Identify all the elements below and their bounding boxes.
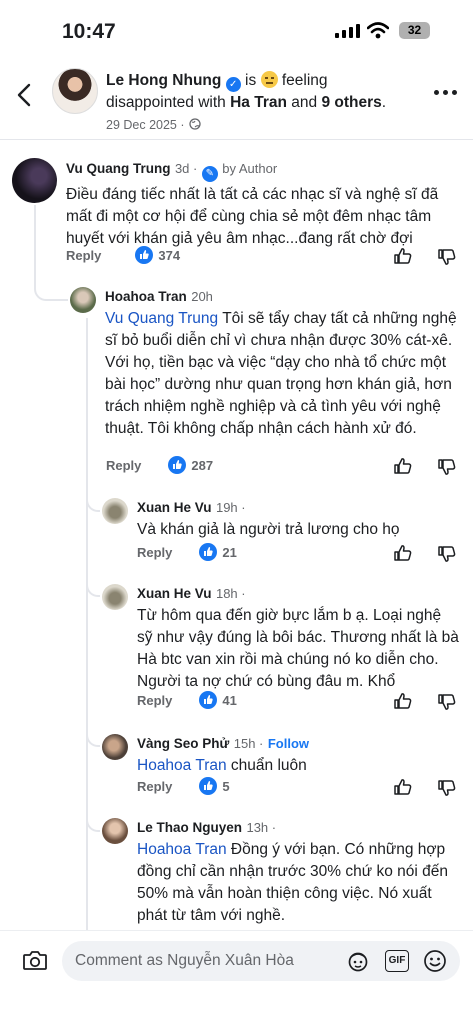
post-header: Le Hong Nhung ✓ is feeling disappointed … <box>0 60 473 140</box>
comment-body: Tôi sẽ tẩy chay tất cả những nghệ sĩ bỏ … <box>105 310 457 437</box>
thread-connector <box>86 810 100 832</box>
thread-connector <box>34 275 68 301</box>
author-badge-icon: ✎ <box>201 166 218 182</box>
reply-button[interactable]: Reply <box>66 248 101 263</box>
globe-icon <box>189 118 201 130</box>
comment-time: 15h · <box>233 736 264 751</box>
reply-button[interactable]: Reply <box>137 545 172 560</box>
and-label: and <box>291 94 318 111</box>
commenter-avatar[interactable] <box>102 734 128 760</box>
commenter-name[interactable]: Xuan He Vu <box>137 586 212 601</box>
disappointed-emoji-icon <box>260 71 278 88</box>
comment-time: 18h · <box>215 586 246 601</box>
thread-connector <box>86 490 100 512</box>
like-reaction-icon <box>135 246 154 264</box>
like-reaction-icon <box>199 691 218 709</box>
dislike-icon[interactable] <box>437 544 457 564</box>
wifi-icon <box>367 22 389 39</box>
comment-body: chuẩn luôn <box>226 757 307 774</box>
commenter-name[interactable]: Vu Quang Trung <box>66 161 171 176</box>
post-author-name[interactable]: Le Hong Nhung <box>106 72 221 89</box>
comment-time: 13h · <box>246 820 277 835</box>
comment-composer: Comment as Nguyễn Xuân Hòa GIF <box>0 930 473 1024</box>
gif-icon[interactable]: GIF <box>385 950 409 972</box>
thread-connector <box>86 575 100 597</box>
like-count[interactable]: 287 <box>191 458 213 473</box>
camera-icon[interactable] <box>22 949 48 971</box>
comment-input-placeholder: Comment as Nguyễn Xuân Hòa <box>75 952 294 969</box>
commenter-avatar[interactable] <box>102 584 128 610</box>
reply-button[interactable]: Reply <box>137 693 172 708</box>
reply-button[interactable]: Reply <box>137 779 172 794</box>
like-icon[interactable] <box>393 543 413 563</box>
follow-button[interactable]: Follow <box>268 736 309 751</box>
comment-text: Điều đáng tiếc nhất là tất cả các nhạc s… <box>66 186 439 247</box>
author-badge-label: by Author <box>222 161 278 176</box>
thread-line <box>86 318 88 968</box>
gif-label: GIF <box>388 955 406 966</box>
like-count[interactable]: 5 <box>222 779 229 794</box>
like-reaction-icon <box>199 777 218 795</box>
comment-time: 19h · <box>215 500 246 515</box>
comment-time: 3d · <box>174 161 198 176</box>
commenter-avatar[interactable] <box>12 158 57 203</box>
tagged-name[interactable]: Ha Tran <box>230 94 287 111</box>
like-icon[interactable] <box>393 691 413 711</box>
commenter-name[interactable]: Hoahoa Tran <box>105 289 187 304</box>
comment-text: Hoahoa Tran Đồng ý với bạn. Có những hợp… <box>137 839 460 927</box>
reply-button[interactable]: Reply <box>106 458 141 473</box>
is-label: is <box>245 72 257 89</box>
emoji-icon[interactable] <box>423 949 447 973</box>
mention-link[interactable]: Hoahoa Tran <box>137 757 227 774</box>
mention-link[interactable]: Vu Quang Trung <box>105 310 218 327</box>
commenter-avatar[interactable] <box>102 498 128 524</box>
comment-text: Hoahoa Tran chuẩn luôn <box>137 755 460 777</box>
signal-icon <box>335 24 360 38</box>
like-count[interactable]: 21 <box>222 545 236 560</box>
like-icon[interactable] <box>393 456 413 476</box>
post-date: 29 Dec 2025 · <box>106 118 185 132</box>
commenter-name[interactable]: Xuan He Vu <box>137 500 212 515</box>
status-bar: 10:47 32 <box>0 0 473 60</box>
more-icon[interactable] <box>434 90 457 95</box>
dislike-icon[interactable] <box>437 247 457 267</box>
author-avatar[interactable] <box>52 68 98 114</box>
commenter-avatar[interactable] <box>102 818 128 844</box>
battery-icon: 32 <box>399 22 430 39</box>
commenter-avatar[interactable] <box>70 287 96 313</box>
like-count[interactable]: 41 <box>222 693 236 708</box>
comment-text: Vu Quang Trung Tôi sẽ tẩy chay tất cả nh… <box>105 308 460 440</box>
like-icon[interactable] <box>393 246 413 266</box>
comment-text: Và khán giả là người trả lương cho họ <box>137 521 400 538</box>
comment-text: Từ hôm qua đến giờ bực lắm b ạ. Loại ngh… <box>137 607 459 690</box>
commenter-name[interactable]: Vàng Seo Phử <box>137 736 229 751</box>
mention-link[interactable]: Hoahoa Tran <box>137 841 227 858</box>
avatar-sticker-icon[interactable] <box>346 950 370 972</box>
thread-line <box>34 205 36 285</box>
thread-connector <box>86 725 100 747</box>
dislike-icon[interactable] <box>437 457 457 477</box>
dislike-icon[interactable] <box>437 692 457 712</box>
like-reaction-icon <box>199 543 218 561</box>
comment-input[interactable]: Comment as Nguyễn Xuân Hòa GIF <box>62 941 460 981</box>
dislike-icon[interactable] <box>437 778 457 798</box>
like-reaction-icon <box>168 456 187 474</box>
tagged-others[interactable]: 9 others <box>321 94 381 111</box>
back-arrow-icon[interactable] <box>14 82 36 108</box>
status-time: 10:47 <box>62 20 116 43</box>
verified-icon: ✓ <box>225 77 241 92</box>
commenter-name[interactable]: Le Thao Nguyen <box>137 820 242 835</box>
comment-time: 20h <box>191 289 213 304</box>
post-summary: Le Hong Nhung ✓ is feeling disappointed … <box>106 71 387 132</box>
like-icon[interactable] <box>393 777 413 797</box>
like-count[interactable]: 374 <box>158 248 180 263</box>
